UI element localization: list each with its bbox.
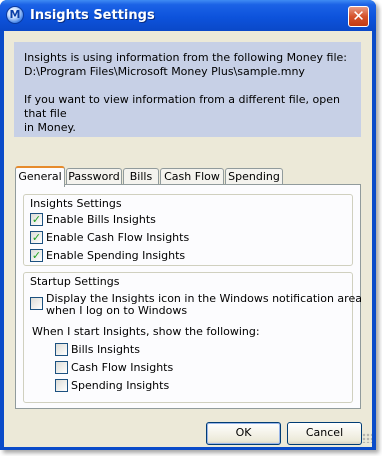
title-bar[interactable]: M Insights Settings ✕	[0, 0, 376, 31]
window-title: Insights Settings	[30, 8, 155, 23]
ok-button[interactable]: OK	[206, 422, 281, 445]
checkbox-checked-icon: ✓	[30, 249, 43, 262]
checkbox-unchecked-icon	[55, 361, 68, 374]
tab-bills[interactable]: Bills	[123, 168, 159, 185]
checkbox-unchecked-icon	[55, 343, 68, 356]
general-tab-panel: Insights Settings ✓ Enable Bills Insight…	[15, 184, 362, 409]
tab-spending[interactable]: Spending	[225, 168, 283, 185]
checkbox-checked-icon: ✓	[30, 213, 43, 226]
insights-settings-group: Insights Settings ✓ Enable Bills Insight…	[23, 194, 353, 266]
tab-password[interactable]: Password	[66, 168, 122, 185]
notification-line-2: when I log on to Windows	[46, 304, 188, 317]
info-line-4: in Money.	[24, 121, 76, 134]
checkbox-unchecked-icon	[30, 297, 43, 310]
money-file-path: D:\Program Files\Microsoft Money Plus\sa…	[24, 65, 305, 78]
close-button[interactable]: ✕	[348, 6, 369, 27]
tab-cash-flow[interactable]: Cash Flow	[160, 168, 224, 185]
checkbox-checked-icon: ✓	[30, 231, 43, 244]
insights-settings-title: Insights Settings	[30, 197, 122, 210]
money-app-icon: M	[6, 6, 24, 24]
close-icon: ✕	[352, 7, 365, 25]
info-line-1: Insights is using information from the f…	[24, 51, 347, 64]
startup-settings-group: Startup Settings Display the Insights ic…	[23, 272, 362, 403]
dialog-body: Insights is using information from the f…	[4, 31, 372, 447]
show-following-label: When I start Insights, show the followin…	[32, 325, 260, 338]
cancel-button[interactable]: Cancel	[287, 422, 362, 445]
tab-general[interactable]: General	[15, 166, 65, 187]
resize-grip[interactable]	[362, 433, 372, 443]
info-line-3: If you want to view information from a d…	[24, 93, 340, 120]
checkbox-unchecked-icon	[55, 379, 68, 392]
money-file-info: Insights is using information from the f…	[14, 42, 361, 137]
startup-settings-title: Startup Settings	[30, 275, 120, 288]
insights-settings-window: M Insights Settings ✕ Insights is using …	[0, 0, 376, 450]
